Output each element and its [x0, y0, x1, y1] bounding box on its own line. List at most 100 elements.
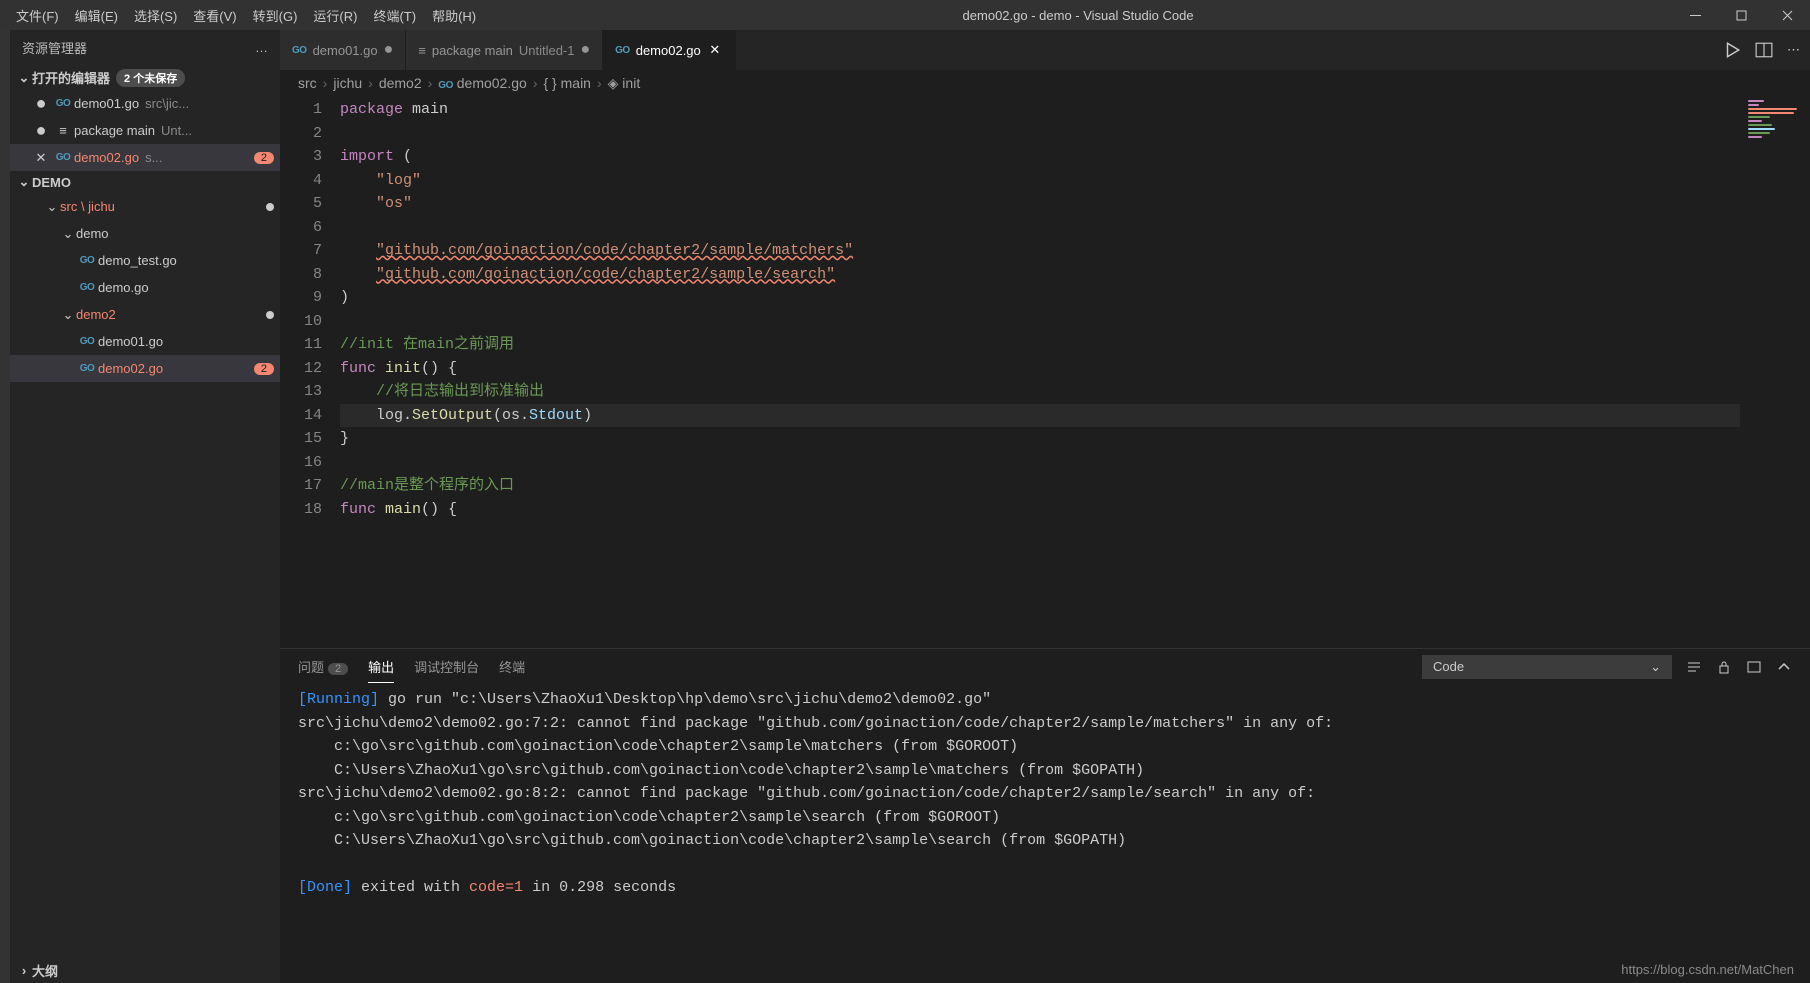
chevron-right-icon: ›	[533, 75, 538, 91]
close-button[interactable]	[1764, 0, 1810, 30]
tab-desc: Untitled-1	[519, 43, 575, 58]
tree-label: demo.go	[98, 280, 149, 295]
tab-label: package main	[432, 43, 513, 58]
close-icon[interactable]: ✕	[30, 150, 52, 166]
file-item[interactable]: GOdemo02.go2	[10, 355, 280, 382]
minimize-button[interactable]	[1672, 0, 1718, 30]
panel-tab[interactable]: 终端	[499, 651, 525, 683]
breadcrumb-item[interactable]: demo2	[379, 75, 422, 91]
file-path: Unt...	[161, 123, 192, 138]
minimap[interactable]	[1740, 96, 1810, 648]
window-controls	[1672, 0, 1810, 30]
braces-icon: { }	[543, 75, 556, 91]
menu-item[interactable]: 文件(F)	[8, 2, 67, 29]
open-editor-item[interactable]: ✕GOdemo02.gos...2	[10, 144, 280, 171]
menu-item[interactable]: 终端(T)	[365, 2, 424, 29]
tab-label: demo01.go	[313, 43, 378, 58]
open-editor-item[interactable]: ●≡package mainUnt...	[10, 117, 280, 144]
tab-label: demo02.go	[636, 43, 701, 58]
folder-item[interactable]: ⌄src \ jichu	[10, 193, 280, 220]
editor-tab[interactable]: ≡ package main Untitled-1 ●	[406, 30, 603, 70]
menu-item[interactable]: 帮助(H)	[424, 2, 484, 29]
clear-output-icon[interactable]	[1686, 659, 1702, 675]
chevron-down-icon: ⌄	[16, 174, 32, 190]
code[interactable]: package main import ( "log" "os" "github…	[340, 96, 1740, 648]
tree-label: src \ jichu	[60, 199, 115, 214]
split-editor-icon[interactable]	[1755, 41, 1773, 59]
breadcrumbs[interactable]: src›jichu›demo2›GO demo02.go›{ } main›◈ …	[280, 70, 1810, 96]
gutter: 123456789101112131415161718	[280, 96, 340, 648]
editor-area: GO demo01.go ● ≡ package main Untitled-1 ● GO d…	[280, 30, 1810, 983]
open-editor-item[interactable]: ●GOdemo01.gosrc\jic...	[10, 90, 280, 117]
tree-label: demo02.go	[98, 361, 163, 376]
chevron-right-icon: ›	[368, 75, 373, 91]
dirty-icon: ●	[580, 41, 590, 59]
maximize-button[interactable]	[1718, 0, 1764, 30]
dirty-icon: ●	[30, 120, 52, 141]
close-icon[interactable]: ✕	[707, 42, 723, 58]
tree-label: demo	[76, 226, 109, 241]
editor-body[interactable]: 123456789101112131415161718 package main…	[280, 96, 1810, 648]
panel-tab[interactable]: 问题2	[298, 651, 348, 683]
tabbar: GO demo01.go ● ≡ package main Untitled-1 ● GO d…	[280, 30, 1810, 70]
dirty-icon: ●	[384, 41, 394, 59]
breadcrumb-item[interactable]: GO demo02.go	[438, 75, 527, 91]
chevron-down-icon: ⌄	[60, 226, 76, 242]
more-icon[interactable]: …	[255, 40, 268, 55]
file-item[interactable]: GOdemo01.go	[10, 328, 280, 355]
chevron-down-icon: ⌄	[44, 199, 60, 215]
menu-item[interactable]: 查看(V)	[185, 2, 244, 29]
go-file-icon: GO	[292, 45, 307, 56]
chevron-right-icon: ›	[16, 963, 32, 978]
explorer-title: 资源管理器	[22, 38, 87, 57]
panel-output[interactable]: [Running] go run "c:\Users\ZhaoXu1\Deskt…	[280, 684, 1810, 983]
tabbar-actions: ⋯	[1723, 30, 1810, 70]
file-item[interactable]: GOdemo_test.go	[10, 247, 280, 274]
menu-item[interactable]: 选择(S)	[126, 2, 185, 29]
editor-tab[interactable]: GO demo01.go ●	[280, 30, 406, 70]
file-label: demo02.go	[74, 150, 139, 165]
menu-item[interactable]: 编辑(E)	[67, 2, 126, 29]
run-icon[interactable]	[1723, 41, 1741, 59]
outline-header[interactable]: › 大纲	[10, 958, 280, 983]
breadcrumb-item[interactable]: { } main	[543, 75, 590, 91]
tree-label: demo01.go	[98, 334, 163, 349]
window-title: demo02.go - demo - Visual Studio Code	[484, 8, 1672, 23]
folder-item[interactable]: ⌄demo	[10, 220, 280, 247]
open-editors-header[interactable]: ⌄ 打开的编辑器 2 个未保存	[10, 65, 280, 90]
file-label: package main	[74, 123, 155, 138]
go-file-icon: GO	[615, 45, 630, 56]
sidebar: 资源管理器 … ⌄ 打开的编辑器 2 个未保存 ●GOdemo01.gosrc\…	[10, 30, 280, 983]
chevron-down-icon: ⌄	[60, 307, 76, 323]
workspace-header[interactable]: ⌄ DEMO	[10, 171, 280, 193]
output-channel-select[interactable]: Code ⌄	[1422, 655, 1672, 679]
panel-tab[interactable]: 输出	[368, 651, 394, 683]
more-actions-icon[interactable]: ⋯	[1787, 42, 1800, 58]
modified-dot-icon	[266, 203, 274, 211]
watermark: https://blog.csdn.net/MatChen	[1621, 962, 1794, 977]
lock-icon[interactable]	[1716, 659, 1732, 675]
editor-tab[interactable]: GO demo02.go ✕	[603, 30, 736, 70]
file-path: s...	[145, 150, 162, 165]
modified-dot-icon	[266, 311, 274, 319]
menu-item[interactable]: 运行(R)	[305, 2, 365, 29]
breadcrumb-item[interactable]: src	[298, 75, 317, 91]
folder-item[interactable]: ⌄demo2	[10, 301, 280, 328]
chevron-down-icon: ⌄	[16, 70, 32, 86]
go-file-icon: GO	[80, 336, 95, 347]
go-file-icon: GO	[56, 152, 71, 163]
chevron-right-icon: ›	[597, 75, 602, 91]
tree-label: demo2	[76, 307, 116, 322]
go-file-icon: GO	[80, 255, 95, 266]
breadcrumb-item[interactable]: ◈ init	[608, 75, 641, 92]
file-path: src\jic...	[145, 96, 189, 111]
new-terminal-icon[interactable]	[1746, 659, 1762, 675]
workspace-label: DEMO	[32, 175, 71, 190]
panel: 问题2 输出调试控制台终端 Code ⌄	[280, 648, 1810, 983]
file-item[interactable]: GOdemo.go	[10, 274, 280, 301]
collapse-panel-icon[interactable]	[1776, 659, 1792, 675]
breadcrumb-item[interactable]: jichu	[333, 75, 362, 91]
menu-item[interactable]: 转到(G)	[245, 2, 306, 29]
file-icon: ≡	[418, 43, 426, 58]
panel-tab[interactable]: 调试控制台	[414, 651, 479, 683]
